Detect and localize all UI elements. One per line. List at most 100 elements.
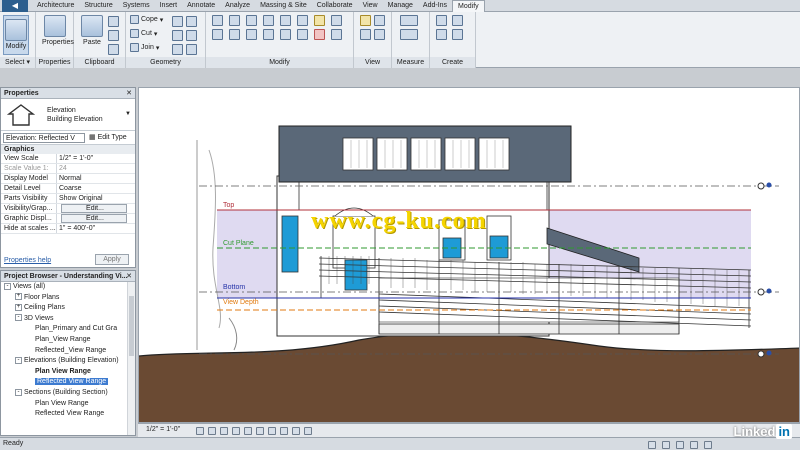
delete-icon[interactable] [314, 29, 325, 40]
graphics-section-header[interactable]: Graphics [1, 145, 135, 154]
copy-clip-icon[interactable] [108, 30, 119, 41]
tree-item[interactable]: Plan_View Range [1, 335, 135, 346]
property-value[interactable]: Normal [57, 174, 135, 183]
property-value[interactable]: 1" = 400'-0" [57, 224, 135, 233]
collapse-toggle-icon[interactable]: - [15, 314, 22, 322]
tree-item[interactable]: + Ceiling Plans [1, 303, 135, 314]
demolish-icon[interactable] [186, 30, 197, 41]
tree-item[interactable]: Reflected_View Range [1, 346, 135, 357]
tree-item[interactable]: - Elevations (Building Elevation) [1, 356, 135, 367]
sun-path-icon[interactable] [220, 427, 228, 435]
apply-button[interactable]: Apply [95, 254, 129, 265]
create-group-icon[interactable] [436, 29, 447, 40]
split-face-icon[interactable] [186, 16, 197, 27]
tab-analyze[interactable]: Analyze [220, 0, 255, 12]
property-value[interactable]: 24 [57, 164, 135, 173]
split-icon[interactable] [280, 15, 291, 26]
trim-icon[interactable] [263, 29, 274, 40]
design-options-icon[interactable] [662, 441, 670, 449]
tree-item[interactable]: Plan View Range [1, 399, 135, 410]
paste-button[interactable]: Paste [80, 15, 104, 46]
tab-systems[interactable]: Systems [118, 0, 155, 12]
properties-help-link[interactable]: Properties help [4, 257, 51, 264]
split-gap-icon[interactable] [297, 15, 308, 26]
override-graphics-icon[interactable] [374, 15, 385, 26]
filter-icon[interactable] [704, 441, 712, 449]
create-parts-icon[interactable] [452, 15, 463, 26]
collapse-toggle-icon[interactable]: - [15, 388, 22, 396]
instance-filter-select[interactable]: Elevation: Reflected V [3, 133, 85, 143]
tab-massing-site[interactable]: Massing & Site [255, 0, 312, 12]
remove-paint-icon[interactable] [172, 44, 183, 55]
tree-item[interactable]: - Views (all) [1, 282, 135, 293]
analytical-model-icon[interactable] [292, 427, 300, 435]
move-icon[interactable] [212, 29, 223, 40]
level-label-top[interactable]: Top [223, 202, 234, 209]
worksets-icon[interactable] [648, 441, 656, 449]
view-scale-control[interactable]: 1/2" = 1'-0" [146, 426, 180, 433]
level-label-cut-plane[interactable]: Cut Plane [223, 240, 254, 247]
tree-item[interactable]: - Sections (Building Section) [1, 388, 135, 399]
project-browser-scrollbar[interactable] [127, 282, 135, 435]
close-icon[interactable]: ✕ [126, 271, 132, 282]
dimension-icon[interactable] [400, 29, 418, 40]
tree-item[interactable]: + Floor Plans [1, 293, 135, 304]
wall-joins-icon[interactable] [172, 16, 183, 27]
tab-modify[interactable]: Modify [452, 0, 485, 12]
drawing-area[interactable]: Top Cut Plane Bottom View Depth www.cg-k… [138, 87, 800, 423]
show-crop-icon[interactable] [256, 427, 264, 435]
shadows-icon[interactable] [232, 427, 240, 435]
cope-button[interactable]: Cope ▾ [130, 15, 163, 24]
panel-label-select[interactable]: Select ▾ [0, 57, 35, 68]
mirror-draw-icon[interactable] [263, 15, 274, 26]
array-icon[interactable] [280, 29, 291, 40]
tab-architecture[interactable]: Architecture [32, 0, 79, 12]
property-value[interactable]: Coarse [57, 184, 135, 193]
edit-button[interactable]: Edit... [61, 204, 127, 213]
measure-icon[interactable] [400, 15, 418, 26]
tree-item[interactable]: Reflected View Range [1, 377, 135, 388]
match-properties-icon[interactable] [108, 44, 119, 55]
join-button[interactable]: Join ▾ [130, 43, 159, 52]
properties-button[interactable]: Properties [42, 15, 74, 46]
tab-manage[interactable]: Manage [383, 0, 418, 12]
type-selector[interactable]: Elevation Building Elevation ▼ [1, 99, 135, 131]
tab-annotate[interactable]: Annotate [182, 0, 220, 12]
cut-button[interactable]: Cut ▾ [130, 29, 157, 38]
unpin-icon[interactable] [331, 15, 342, 26]
application-menu-icon[interactable]: ◀ [2, 0, 28, 12]
select-pinned-icon[interactable] [690, 441, 698, 449]
edit-type-button[interactable]: ▦ Edit Type [89, 133, 127, 141]
offset-icon[interactable] [229, 15, 240, 26]
lightbulb-icon[interactable] [360, 15, 371, 26]
tree-item[interactable]: Plan_Primary and Cut Gra [1, 324, 135, 335]
linework-icon[interactable] [360, 29, 371, 40]
level-label-bottom[interactable]: Bottom [223, 284, 245, 291]
visual-style-icon[interactable] [208, 427, 216, 435]
join-roof-icon[interactable] [186, 44, 197, 55]
crop-view-icon[interactable] [244, 427, 252, 435]
collapse-toggle-icon[interactable]: - [15, 356, 22, 364]
tab-view[interactable]: View [358, 0, 383, 12]
scale-icon[interactable] [297, 29, 308, 40]
edit-button[interactable]: Edit... [61, 214, 127, 223]
cut-clip-icon[interactable] [108, 16, 119, 27]
copy-icon[interactable] [229, 29, 240, 40]
tree-item[interactable]: Plan View Range [1, 367, 135, 378]
rotate-icon[interactable] [246, 29, 257, 40]
create-assembly-icon[interactable] [436, 15, 447, 26]
create-similar-icon[interactable] [452, 29, 463, 40]
select-links-icon[interactable] [676, 441, 684, 449]
tab-add-ins[interactable]: Add-Ins [418, 0, 452, 12]
paint-icon[interactable] [172, 30, 183, 41]
modify-button[interactable]: Modify [3, 15, 29, 55]
highlight-displacement-icon[interactable] [304, 427, 312, 435]
property-value[interactable]: 1/2" = 1'-0" [57, 154, 135, 163]
tree-item[interactable]: -3D Views [1, 314, 135, 325]
detail-level-icon[interactable] [196, 427, 204, 435]
tab-insert[interactable]: Insert [155, 0, 183, 12]
scrollbar-thumb[interactable] [129, 296, 134, 356]
tab-collaborate[interactable]: Collaborate [312, 0, 358, 12]
temporary-hide-icon[interactable] [268, 427, 276, 435]
trim-single-icon[interactable] [331, 29, 342, 40]
